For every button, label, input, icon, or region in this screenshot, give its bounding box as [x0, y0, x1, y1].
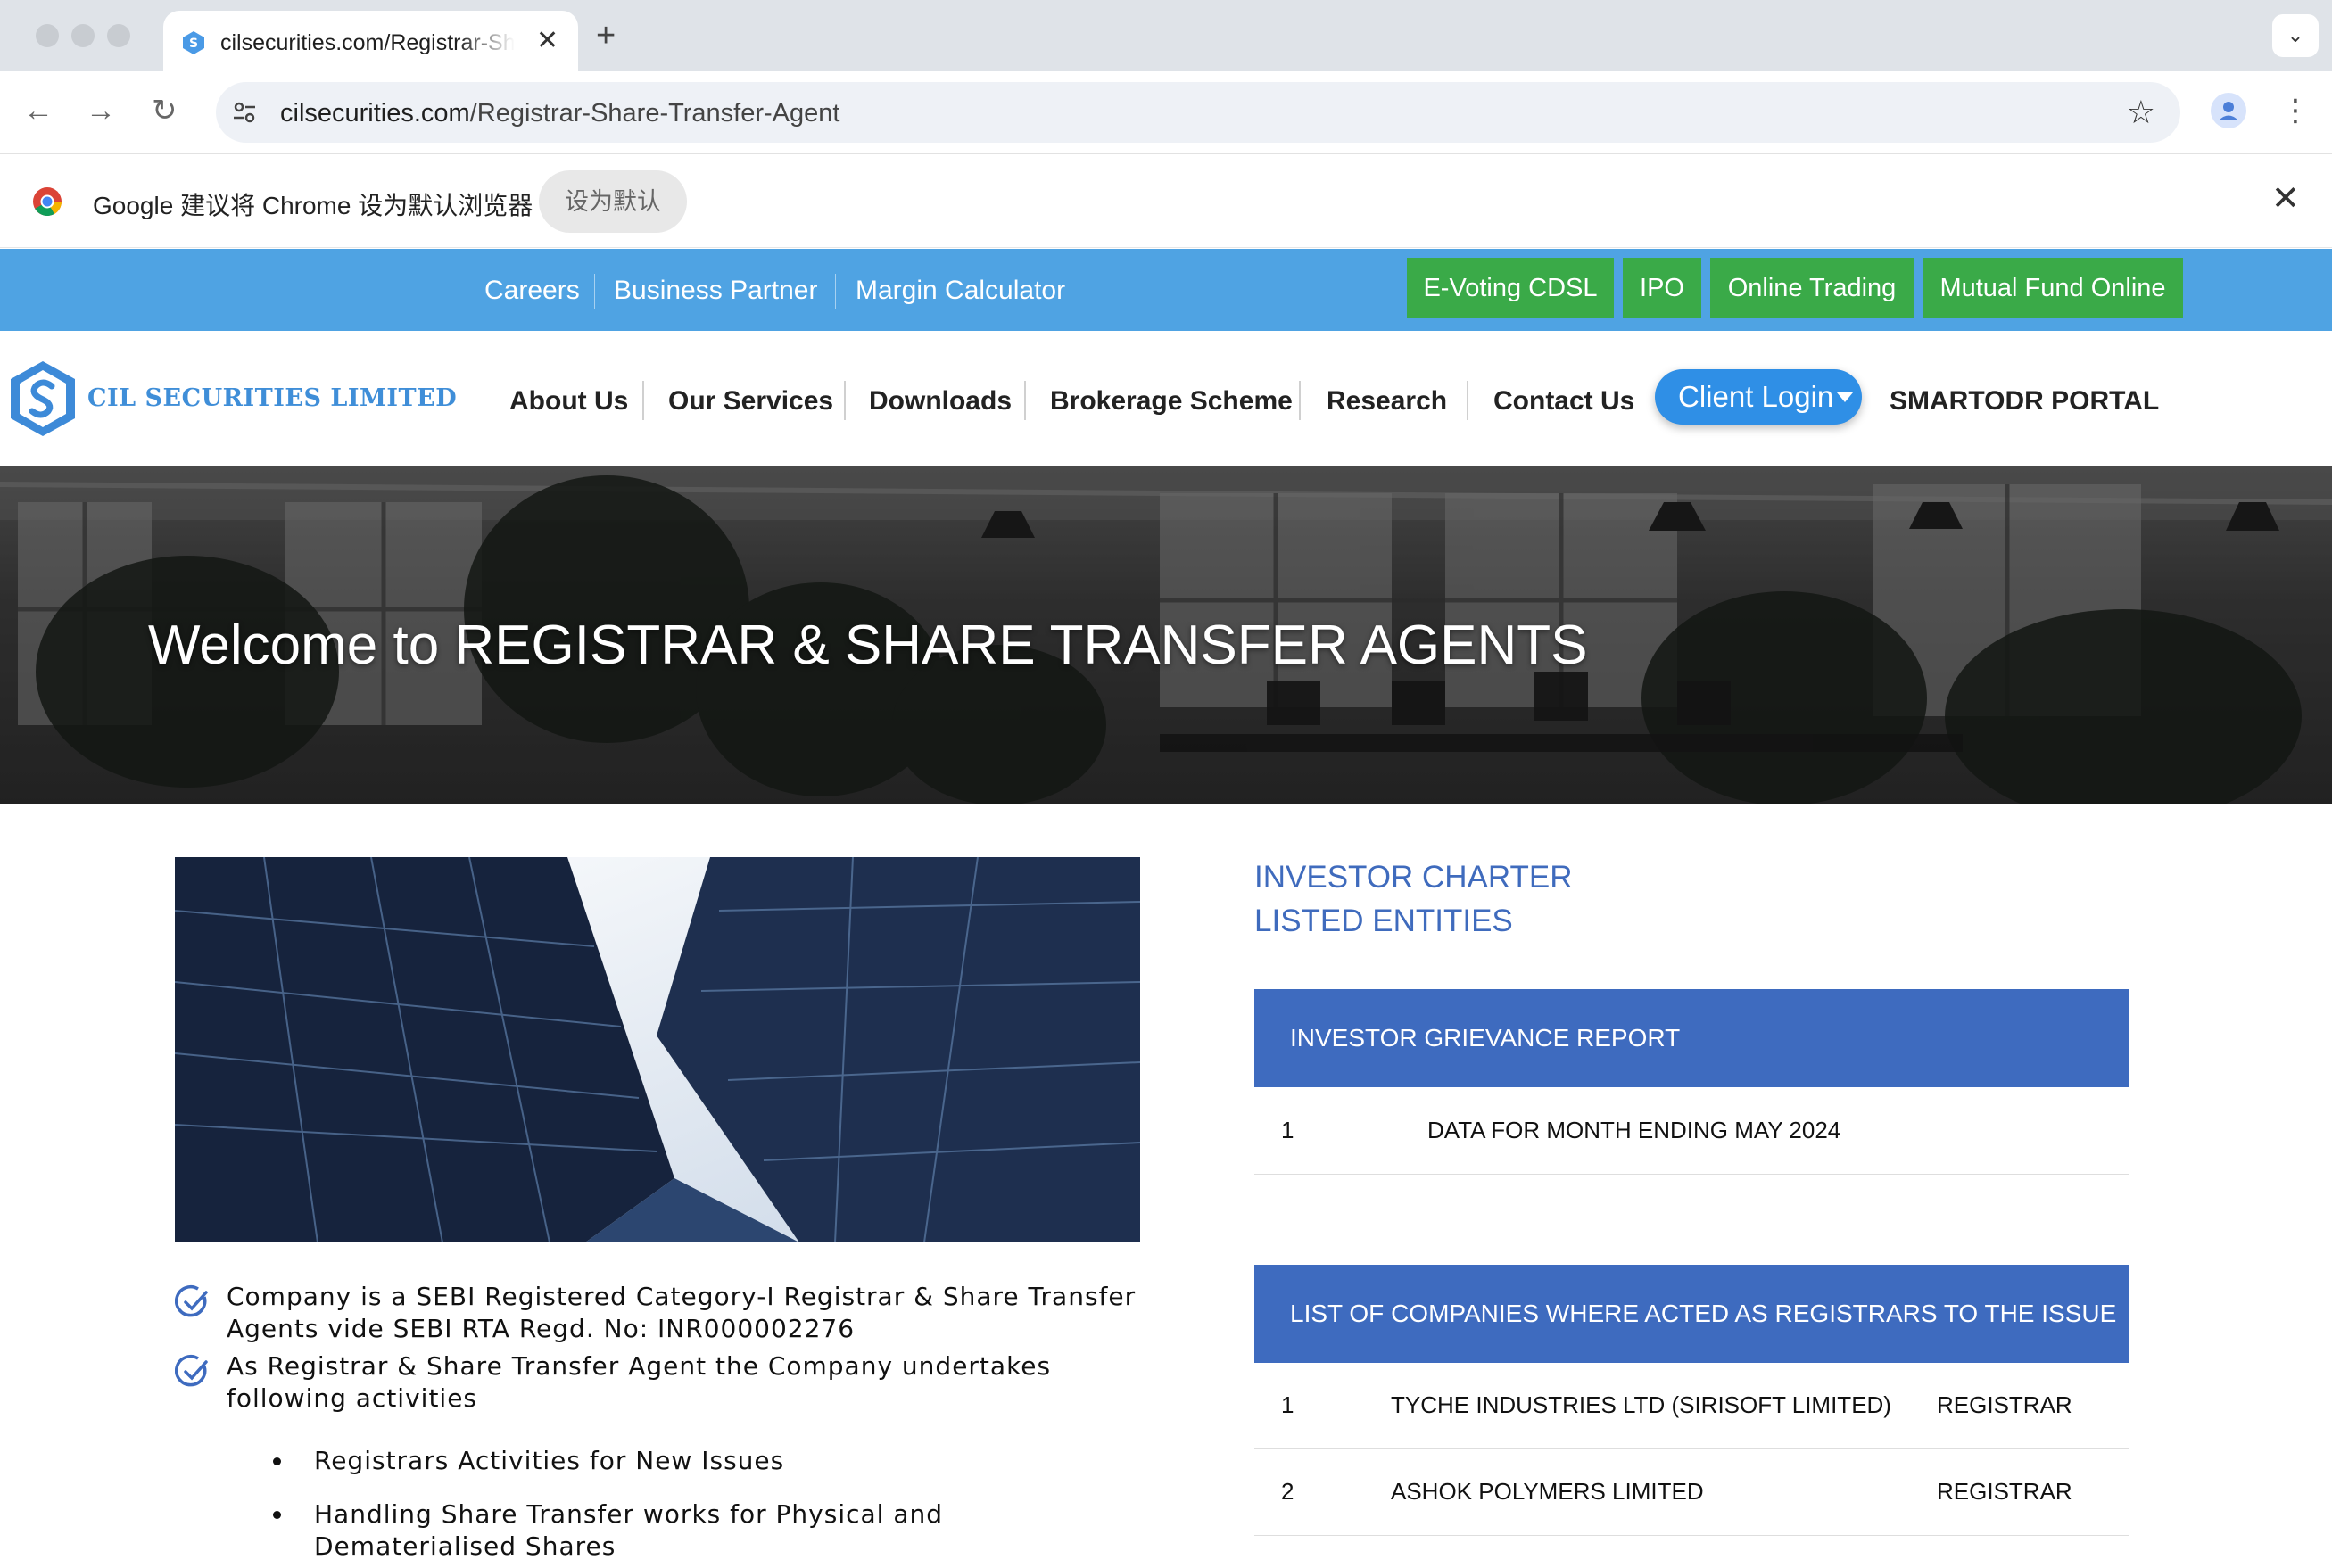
margin-calculator-link[interactable]: Margin Calculator [856, 276, 1065, 306]
nav-research[interactable]: Research [1327, 386, 1447, 417]
reload-icon[interactable]: ↻ [152, 91, 178, 130]
browser-tab[interactable]: S cilsecurities.com/Registrar-Share-Tran… [163, 11, 578, 71]
top-divider [594, 274, 595, 309]
table-row[interactable]: 1 TYCHE INDUSTRIES LTD (SIRISOFT LIMITED… [1254, 1363, 2129, 1449]
nav-our-services[interactable]: Our Services [668, 386, 833, 417]
company-name[interactable]: ASHOK POLYMERS LIMITED [1391, 1478, 1704, 1506]
check-circle-icon [175, 1354, 208, 1387]
tab-search-chevron-icon[interactable]: ⌄ [2272, 14, 2319, 57]
back-arrow-icon[interactable]: ← [23, 91, 54, 130]
feature-text: As Registrar & Share Transfer Agent the … [227, 1351, 1052, 1413]
activity-text: Handling Share Transfer works for Physic… [314, 1499, 944, 1561]
default-browser-infobar: Google 建议将 Chrome 设为默认浏览器 设为默认 ✕ [0, 154, 2332, 248]
top-divider [835, 274, 836, 309]
infobar-message: Google 建议将 Chrome 设为默认浏览器 [93, 192, 533, 219]
company-role: REGISTRAR [1937, 1391, 2072, 1418]
online-trading-button[interactable]: Online Trading [1710, 258, 1914, 318]
e-voting-cdsl-button[interactable]: E-Voting CDSL [1407, 258, 1614, 318]
url-text: cilsecurities.com/Registrar-Share-Transf… [280, 99, 840, 128]
browser-menu-icon[interactable]: ⋮ [2280, 91, 2311, 130]
window-zoom-dot[interactable] [107, 24, 130, 47]
cil-logo-icon[interactable] [9, 359, 77, 438]
browser-tab-strip: S cilsecurities.com/Registrar-Share-Tran… [0, 0, 2332, 71]
caret-down-icon [1837, 392, 1853, 402]
forward-arrow-icon[interactable]: → [86, 91, 116, 130]
row-number: 2 [1281, 1478, 1294, 1505]
client-login-label: Client Login [1678, 380, 1834, 413]
mutual-fund-online-button[interactable]: Mutual Fund Online [1923, 258, 2183, 318]
smartodr-portal-link[interactable]: SMARTODR PORTAL [1890, 386, 2159, 417]
set-default-button[interactable]: 设为默认 [539, 170, 687, 233]
main-navigation: CIL SECURITIES LIMITED About Us Our Serv… [0, 331, 2332, 467]
companies-list-header: LIST OF COMPANIES WHERE ACTED AS REGISTR… [1254, 1265, 2129, 1363]
ipo-button[interactable]: IPO [1623, 258, 1701, 318]
tab-close-icon[interactable]: ✕ [536, 25, 558, 57]
report-link[interactable]: DATA FOR MONTH ENDING MAY 2024 [1427, 1117, 1840, 1144]
careers-link[interactable]: Careers [484, 276, 580, 306]
infobar-close-icon[interactable]: ✕ [2271, 179, 2300, 219]
site-favicon-icon: S [183, 31, 204, 54]
listed-entities-link[interactable]: LISTED ENTITIES [1254, 904, 1513, 939]
hero-title: Welcome to REGISTRAR & SHARE TRANSFER AG… [148, 615, 1588, 676]
row-number: 1 [1281, 1391, 1294, 1418]
company-name[interactable]: TYCHE INDUSTRIES LTD (SIRISOFT LIMITED) [1391, 1391, 1891, 1419]
site-settings-icon[interactable] [230, 98, 259, 127]
browser-toolbar: ← → ↻ cilsecurities.com/Registrar-Share-… [0, 71, 2332, 154]
feature-text: Company is a SEBI Registered Category-I … [227, 1282, 1137, 1343]
table-row[interactable]: 2 ASHOK POLYMERS LIMITED REGISTRAR [1254, 1449, 2129, 1536]
window-minimize-dot[interactable] [71, 24, 95, 47]
address-bar[interactable]: cilsecurities.com/Registrar-Share-Transf… [216, 82, 2180, 143]
nav-downloads[interactable]: Downloads [869, 386, 1012, 417]
chrome-logo-icon [33, 187, 62, 217]
logo-text[interactable]: CIL SECURITIES LIMITED [87, 384, 457, 412]
activity-text: Registrars Activities for New Issues [314, 1446, 785, 1475]
new-tab-icon[interactable]: + [596, 16, 616, 55]
nav-contact-us[interactable]: Contact Us [1493, 386, 1634, 417]
client-login-dropdown[interactable]: Client Login [1655, 369, 1862, 425]
table-row[interactable]: 1 DATA FOR MONTH ENDING MAY 2024 [1254, 1088, 2129, 1175]
bookmark-star-icon[interactable]: ☆ [2127, 95, 2155, 130]
building-photo [175, 857, 1140, 1242]
nav-about-us[interactable]: About Us [509, 386, 628, 417]
investor-charter-link[interactable]: INVESTOR CHARTER [1254, 860, 1573, 895]
company-role: REGISTRAR [1937, 1478, 2072, 1505]
business-partner-link[interactable]: Business Partner [614, 276, 817, 306]
profile-avatar-icon[interactable] [2211, 93, 2246, 128]
hero-banner: Welcome to REGISTRAR & SHARE TRANSFER AG… [0, 466, 2332, 804]
check-circle-icon [175, 1284, 208, 1317]
window-close-dot[interactable] [36, 24, 59, 47]
nav-brokerage-scheme[interactable]: Brokerage Scheme [1050, 386, 1293, 417]
grievance-report-header: INVESTOR GRIEVANCE REPORT [1254, 989, 2129, 1087]
site-top-strip: Careers Business Partner Margin Calculat… [0, 249, 2332, 331]
row-number: 1 [1281, 1117, 1294, 1143]
svg-text:S: S [189, 37, 198, 51]
